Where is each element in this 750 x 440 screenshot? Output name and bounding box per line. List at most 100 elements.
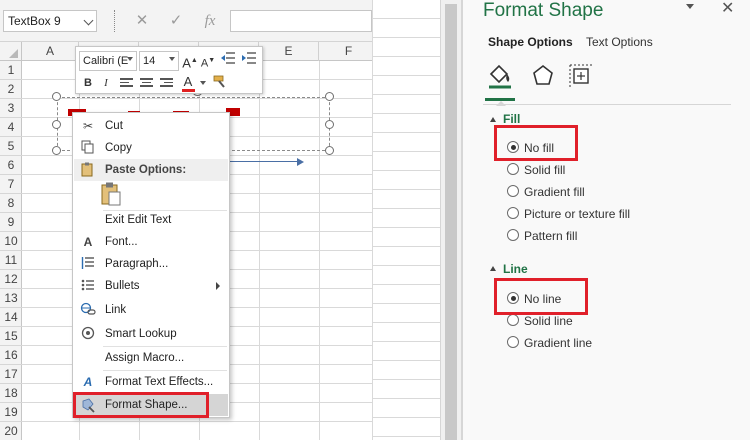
font-color-button[interactable]: A bbox=[180, 73, 196, 92]
name-box-value: TextBox 9 bbox=[8, 14, 61, 28]
row-header[interactable]: 13 bbox=[0, 289, 22, 308]
row-header[interactable]: 7 bbox=[0, 175, 22, 194]
smart-lookup-icon bbox=[80, 326, 96, 342]
menu-item-paragraph[interactable]: Paragraph... bbox=[74, 253, 228, 275]
active-icon-pointer bbox=[496, 101, 506, 106]
text-effects-icon: A bbox=[83, 375, 93, 389]
bold-button[interactable]: B bbox=[80, 74, 96, 92]
radio-button[interactable] bbox=[507, 207, 519, 219]
menu-item-format-text-effects[interactable]: A Format Text Effects... bbox=[74, 371, 228, 393]
font-name-select[interactable]: Calibri (E bbox=[79, 51, 137, 71]
scrollbar-thumb[interactable] bbox=[445, 4, 457, 440]
column-header-f[interactable]: F bbox=[319, 42, 372, 61]
decrease-indent-button[interactable] bbox=[220, 51, 236, 69]
chevron-down-icon[interactable] bbox=[83, 15, 94, 26]
row-header[interactable]: 19 bbox=[0, 403, 22, 422]
row-header[interactable]: 2 bbox=[0, 80, 22, 99]
formula-input[interactable] bbox=[230, 10, 372, 32]
select-all-corner[interactable] bbox=[0, 42, 22, 61]
chevron-down-icon[interactable] bbox=[200, 81, 206, 85]
row-header[interactable]: 4 bbox=[0, 118, 22, 137]
row-header[interactable]: 8 bbox=[0, 194, 22, 213]
row-header[interactable]: 9 bbox=[0, 213, 22, 232]
collapse-triangle-icon[interactable] bbox=[490, 117, 496, 122]
row-header[interactable]: 18 bbox=[0, 384, 22, 403]
tab-shape-options[interactable]: Shape Options bbox=[488, 35, 573, 49]
row-header[interactable]: 1 bbox=[0, 61, 22, 80]
vertical-scrollbar[interactable] bbox=[440, 0, 462, 440]
fill-line-icon[interactable] bbox=[486, 62, 514, 90]
effects-pentagon-icon[interactable] bbox=[529, 62, 557, 90]
italic-button[interactable]: I bbox=[98, 74, 114, 92]
row-header[interactable]: 6 bbox=[0, 156, 22, 175]
row-header[interactable]: 11 bbox=[0, 251, 22, 270]
align-right-icon[interactable] bbox=[160, 78, 173, 89]
radio-button[interactable] bbox=[507, 336, 519, 348]
insert-function-button[interactable]: fx bbox=[196, 10, 224, 32]
resize-handle-right[interactable] bbox=[325, 120, 334, 129]
column-header-a[interactable]: A bbox=[22, 42, 79, 61]
fill-section-title[interactable]: Fill bbox=[503, 112, 520, 126]
radio-button[interactable] bbox=[507, 163, 519, 175]
align-center-icon[interactable] bbox=[140, 78, 153, 89]
row-header[interactable]: 17 bbox=[0, 365, 22, 384]
format-painter-button[interactable] bbox=[212, 73, 228, 91]
increase-indent-button[interactable] bbox=[241, 51, 257, 69]
highlight-no-line bbox=[494, 278, 588, 315]
row-header[interactable]: 20 bbox=[0, 422, 22, 440]
menu-item-exit-edit-text[interactable]: Exit Edit Text bbox=[74, 209, 228, 231]
resize-handle-top-right[interactable] bbox=[325, 92, 334, 101]
radio-button[interactable] bbox=[507, 185, 519, 197]
size-properties-icon[interactable] bbox=[567, 62, 595, 90]
chevron-down-icon[interactable] bbox=[686, 4, 694, 9]
menu-item-smart-lookup[interactable]: Smart Lookup bbox=[74, 323, 228, 345]
arrow-shape[interactable] bbox=[230, 161, 298, 162]
row-header[interactable]: 10 bbox=[0, 232, 22, 251]
resize-handle-bottom-right[interactable] bbox=[325, 146, 334, 155]
align-left-icon[interactable] bbox=[120, 78, 133, 89]
menu-item-label: Paragraph... bbox=[105, 258, 169, 270]
shrink-font-button[interactable]: A▼ bbox=[200, 52, 216, 70]
paste-options-header: Paste Options: bbox=[74, 159, 228, 181]
chevron-down-icon bbox=[169, 57, 175, 61]
grow-font-button[interactable]: A▲ bbox=[182, 52, 198, 70]
row-header[interactable]: 3 bbox=[0, 99, 22, 118]
sheet-grid-extension[interactable] bbox=[372, 0, 440, 440]
menu-item-copy[interactable]: Copy bbox=[74, 137, 228, 159]
radio-button[interactable] bbox=[507, 229, 519, 241]
increase-indent-icon bbox=[242, 52, 256, 64]
copy-icon bbox=[80, 140, 96, 156]
font-name-value: Calibri (E bbox=[83, 55, 129, 67]
spreadsheet: TextBox 9 ✕ ✓ fx A B C D E F 1 2 3 4 5 6… bbox=[0, 0, 372, 440]
chevron-down-icon bbox=[127, 57, 133, 61]
cancel-icon[interactable]: ✕ bbox=[128, 10, 156, 32]
collapse-triangle-icon[interactable] bbox=[490, 266, 496, 271]
row-header[interactable]: 16 bbox=[0, 346, 22, 365]
paste-keep-formatting-icon[interactable] bbox=[101, 182, 121, 206]
font-size-select[interactable]: 14 bbox=[139, 51, 179, 71]
menu-item-link[interactable]: Link bbox=[74, 299, 228, 321]
row-header[interactable]: 5 bbox=[0, 137, 22, 156]
menu-item-bullets[interactable]: Bullets bbox=[74, 275, 228, 297]
menu-item-assign-macro[interactable]: Assign Macro... bbox=[74, 347, 228, 369]
resize-handle-bottom-left[interactable] bbox=[52, 146, 61, 155]
menu-item-cut[interactable]: ✂ Cut bbox=[74, 115, 228, 137]
scissors-icon: ✂ bbox=[82, 119, 94, 133]
menu-item-font[interactable]: A Font... bbox=[74, 231, 228, 253]
submenu-arrow-icon bbox=[216, 282, 220, 290]
tab-text-options[interactable]: Text Options bbox=[586, 35, 653, 49]
row-header[interactable]: 15 bbox=[0, 327, 22, 346]
close-icon[interactable]: ✕ bbox=[721, 0, 734, 18]
resize-handle-left[interactable] bbox=[52, 120, 61, 129]
highlight-no-fill bbox=[494, 125, 578, 161]
column-header-e[interactable]: E bbox=[259, 42, 319, 61]
enter-icon[interactable]: ✓ bbox=[162, 10, 190, 32]
pane-divider bbox=[483, 104, 731, 105]
line-section-title[interactable]: Line bbox=[503, 262, 528, 276]
arrow-head-icon bbox=[297, 158, 304, 166]
row-header[interactable]: 12 bbox=[0, 270, 22, 289]
name-box[interactable]: TextBox 9 bbox=[3, 10, 97, 32]
radio-button[interactable] bbox=[507, 314, 519, 326]
resize-handle-top-left[interactable] bbox=[52, 92, 61, 101]
row-header[interactable]: 14 bbox=[0, 308, 22, 327]
